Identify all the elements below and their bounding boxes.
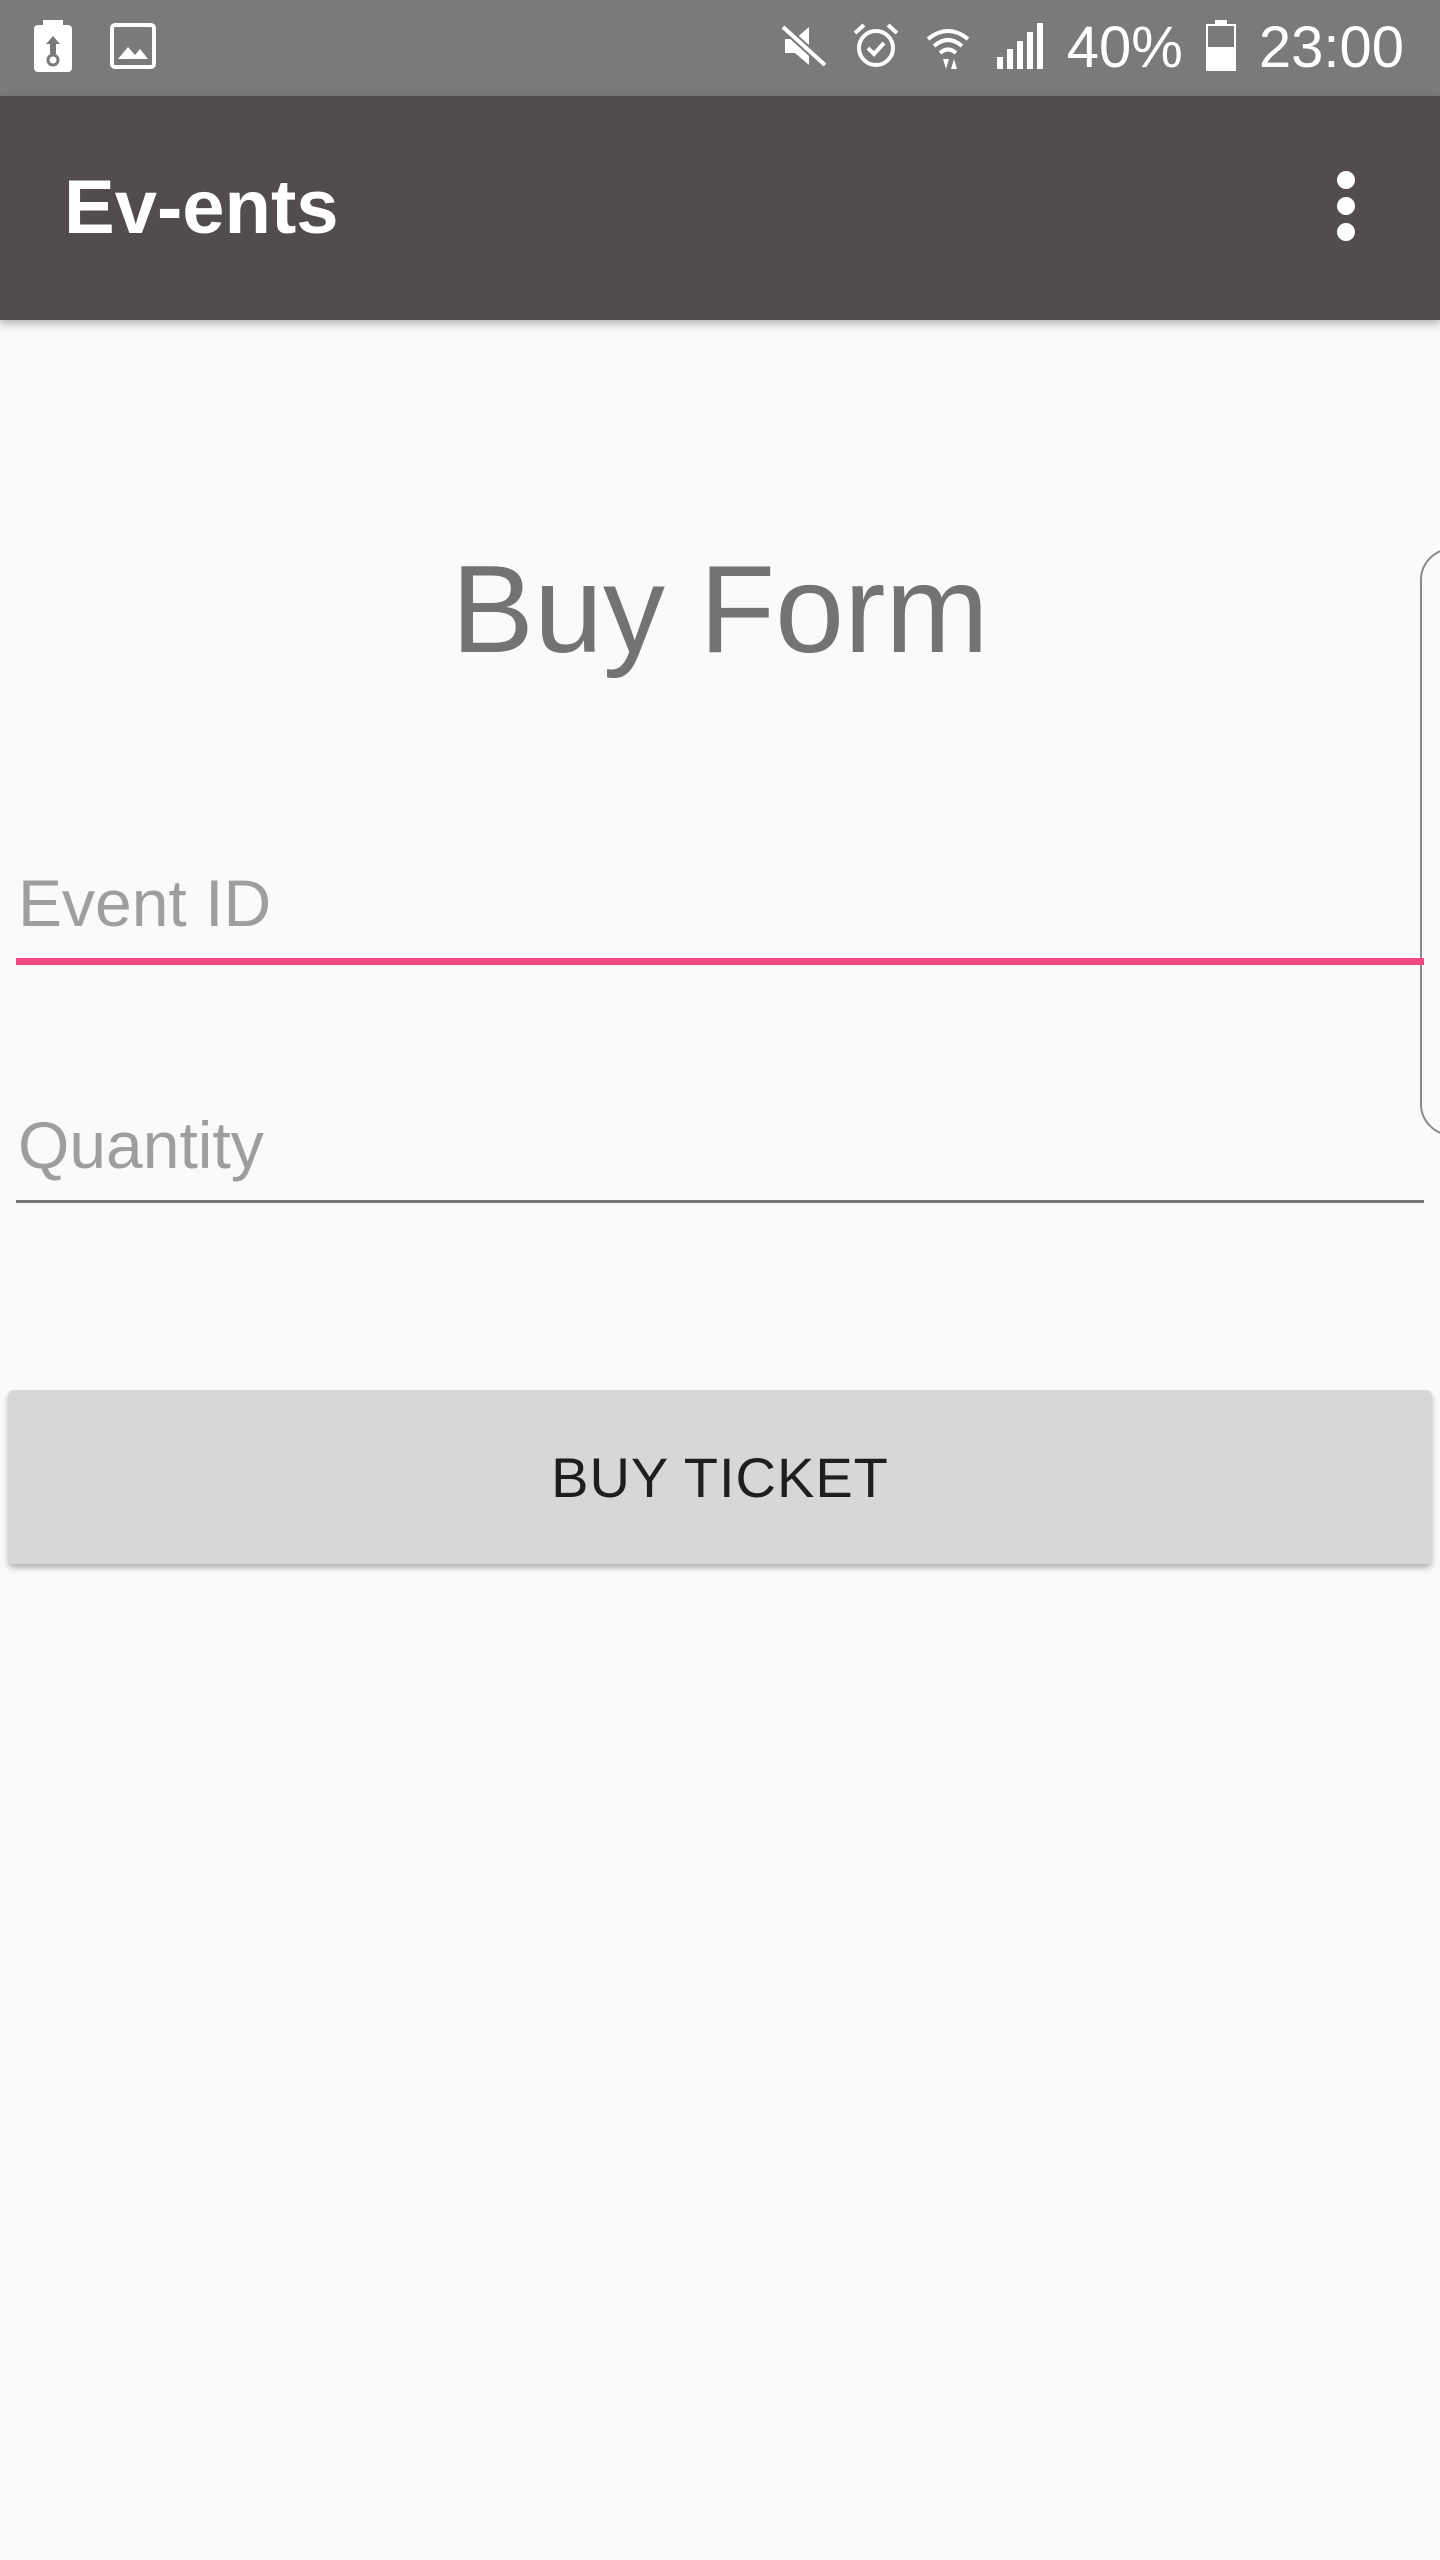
app-bar: Ev-ents <box>0 96 1440 320</box>
form-title: Buy Form <box>451 541 989 679</box>
alarm-icon <box>851 21 901 76</box>
battery-icon <box>1205 19 1237 77</box>
battery-saver-icon <box>34 19 72 77</box>
quantity-field <box>16 1090 1424 1203</box>
wifi-icon <box>923 21 973 76</box>
signal-icon <box>995 21 1045 76</box>
screen: 40% 23:00 Ev-ents Buy Form Event ID Quan… <box>0 0 1440 2560</box>
buy-ticket-button[interactable]: BUY TICKET <box>8 1390 1432 1564</box>
edge-panel-handle[interactable] <box>1420 548 1440 1136</box>
overflow-menu-button[interactable] <box>1296 158 1396 258</box>
app-title: Ev-ents <box>64 165 339 250</box>
image-icon <box>110 22 156 74</box>
status-bar: 40% 23:00 <box>0 0 1440 96</box>
mute-icon <box>779 21 829 76</box>
more-vert-icon <box>1334 170 1358 247</box>
status-right-icons: 40% 23:00 <box>779 0 1404 96</box>
event-id-field <box>16 848 1424 965</box>
clock-time: 23:00 <box>1258 15 1404 80</box>
battery-percent: 40% <box>1066 15 1183 80</box>
quantity-input[interactable] <box>16 1090 1424 1200</box>
event-id-underline <box>16 958 1424 965</box>
event-id-input[interactable] <box>16 848 1424 958</box>
status-left-icons <box>34 0 156 96</box>
quantity-underline <box>16 1200 1424 1203</box>
